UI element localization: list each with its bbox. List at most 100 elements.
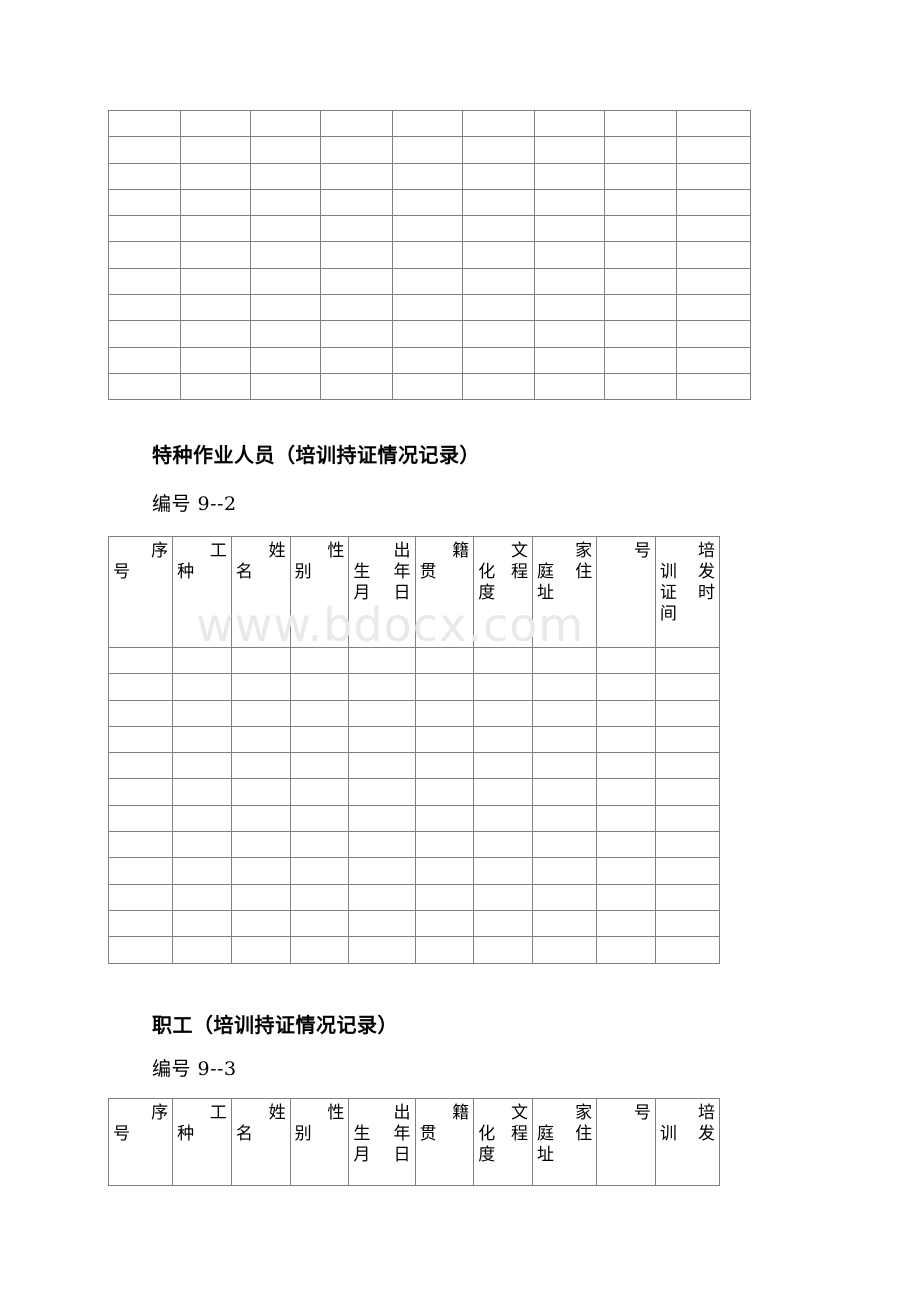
table-cell[interactable]: [414, 752, 475, 780]
table-cell[interactable]: [250, 294, 321, 322]
table-cell[interactable]: [289, 831, 350, 859]
table-cell[interactable]: [289, 778, 350, 806]
table-cell[interactable]: [414, 673, 475, 701]
table-cell[interactable]: [604, 320, 677, 348]
table-cell[interactable]: [107, 646, 174, 675]
table-cell[interactable]: [676, 162, 751, 190]
table-cell[interactable]: [108, 320, 181, 348]
table-cell[interactable]: [473, 857, 534, 885]
table-cell[interactable]: [473, 883, 534, 911]
table-cell[interactable]: [180, 241, 251, 269]
table-cell[interactable]: [250, 320, 321, 348]
table-cell[interactable]: [230, 673, 291, 701]
table-cell[interactable]: [320, 215, 393, 243]
table-cell[interactable]: [596, 778, 656, 806]
table-cell[interactable]: [392, 162, 463, 190]
table-cell[interactable]: [462, 188, 535, 217]
table-cell[interactable]: [348, 725, 416, 754]
table-cell[interactable]: [250, 241, 321, 269]
table-cell[interactable]: [604, 241, 677, 269]
table-cell[interactable]: [676, 109, 751, 138]
table-cell[interactable]: [108, 267, 181, 296]
table-cell[interactable]: [172, 646, 232, 675]
table-cell[interactable]: [172, 699, 232, 727]
table-cell[interactable]: [654, 673, 721, 701]
table-cell[interactable]: [172, 883, 232, 911]
table-cell[interactable]: [604, 294, 677, 322]
table-cell[interactable]: [654, 909, 721, 938]
table-cell[interactable]: [392, 294, 463, 322]
table-cell[interactable]: [462, 215, 535, 243]
table-cell[interactable]: [392, 267, 463, 296]
table-cell[interactable]: [250, 136, 321, 164]
table-cell[interactable]: [230, 778, 291, 806]
table-cell[interactable]: [414, 857, 475, 885]
table-cell[interactable]: [654, 857, 721, 885]
table-cell[interactable]: [534, 346, 605, 374]
table-cell[interactable]: [320, 162, 393, 190]
table-cell[interactable]: [172, 936, 232, 964]
table-cell[interactable]: [532, 673, 598, 701]
table-cell[interactable]: [473, 936, 534, 964]
table-cell[interactable]: [532, 646, 598, 675]
table-cell[interactable]: [289, 752, 350, 780]
table-cell[interactable]: [676, 267, 751, 296]
table-cell[interactable]: [654, 831, 721, 859]
table-cell[interactable]: [320, 241, 393, 269]
table-cell[interactable]: [320, 346, 393, 374]
table-cell[interactable]: [604, 136, 677, 164]
table-cell[interactable]: [596, 883, 656, 911]
table-cell[interactable]: [462, 372, 535, 401]
table-cell[interactable]: [289, 909, 350, 938]
table-cell[interactable]: [180, 294, 251, 322]
table-cell[interactable]: [320, 267, 393, 296]
table-cell[interactable]: [534, 109, 605, 138]
table-cell[interactable]: [534, 136, 605, 164]
table-cell[interactable]: [534, 320, 605, 348]
table-cell[interactable]: [289, 699, 350, 727]
table-cell[interactable]: [604, 267, 677, 296]
table-cell[interactable]: [676, 346, 751, 374]
table-cell[interactable]: [532, 909, 598, 938]
table-cell[interactable]: [462, 346, 535, 374]
table-cell[interactable]: [180, 346, 251, 374]
table-cell[interactable]: [532, 804, 598, 833]
table-cell[interactable]: [250, 109, 321, 138]
table-cell[interactable]: [289, 725, 350, 754]
table-cell[interactable]: [348, 909, 416, 938]
table-cell[interactable]: [414, 725, 475, 754]
table-cell[interactable]: [180, 188, 251, 217]
table-cell[interactable]: [107, 673, 174, 701]
table-cell[interactable]: [172, 857, 232, 885]
table-cell[interactable]: [654, 883, 721, 911]
table-cell[interactable]: [676, 294, 751, 322]
table-cell[interactable]: [348, 804, 416, 833]
table-cell[interactable]: [534, 215, 605, 243]
table-cell[interactable]: [462, 136, 535, 164]
table-cell[interactable]: [230, 883, 291, 911]
table-cell[interactable]: [180, 136, 251, 164]
table-cell[interactable]: [473, 646, 534, 675]
table-cell[interactable]: [392, 346, 463, 374]
table-cell[interactable]: [107, 909, 174, 938]
table-cell[interactable]: [348, 857, 416, 885]
table-cell[interactable]: [596, 752, 656, 780]
table-cell[interactable]: [596, 909, 656, 938]
table-cell[interactable]: [676, 241, 751, 269]
table-cell[interactable]: [532, 778, 598, 806]
table-cell[interactable]: [596, 646, 656, 675]
table-cell[interactable]: [534, 241, 605, 269]
table-cell[interactable]: [180, 215, 251, 243]
table-cell[interactable]: [250, 372, 321, 401]
table-cell[interactable]: [230, 699, 291, 727]
table-cell[interactable]: [462, 162, 535, 190]
table-cell[interactable]: [604, 109, 677, 138]
table-cell[interactable]: [108, 372, 181, 401]
table-cell[interactable]: [180, 267, 251, 296]
table-cell[interactable]: [534, 162, 605, 190]
table-cell[interactable]: [473, 752, 534, 780]
table-cell[interactable]: [654, 804, 721, 833]
table-cell[interactable]: [414, 778, 475, 806]
table-cell[interactable]: [289, 936, 350, 964]
table-cell[interactable]: [230, 725, 291, 754]
